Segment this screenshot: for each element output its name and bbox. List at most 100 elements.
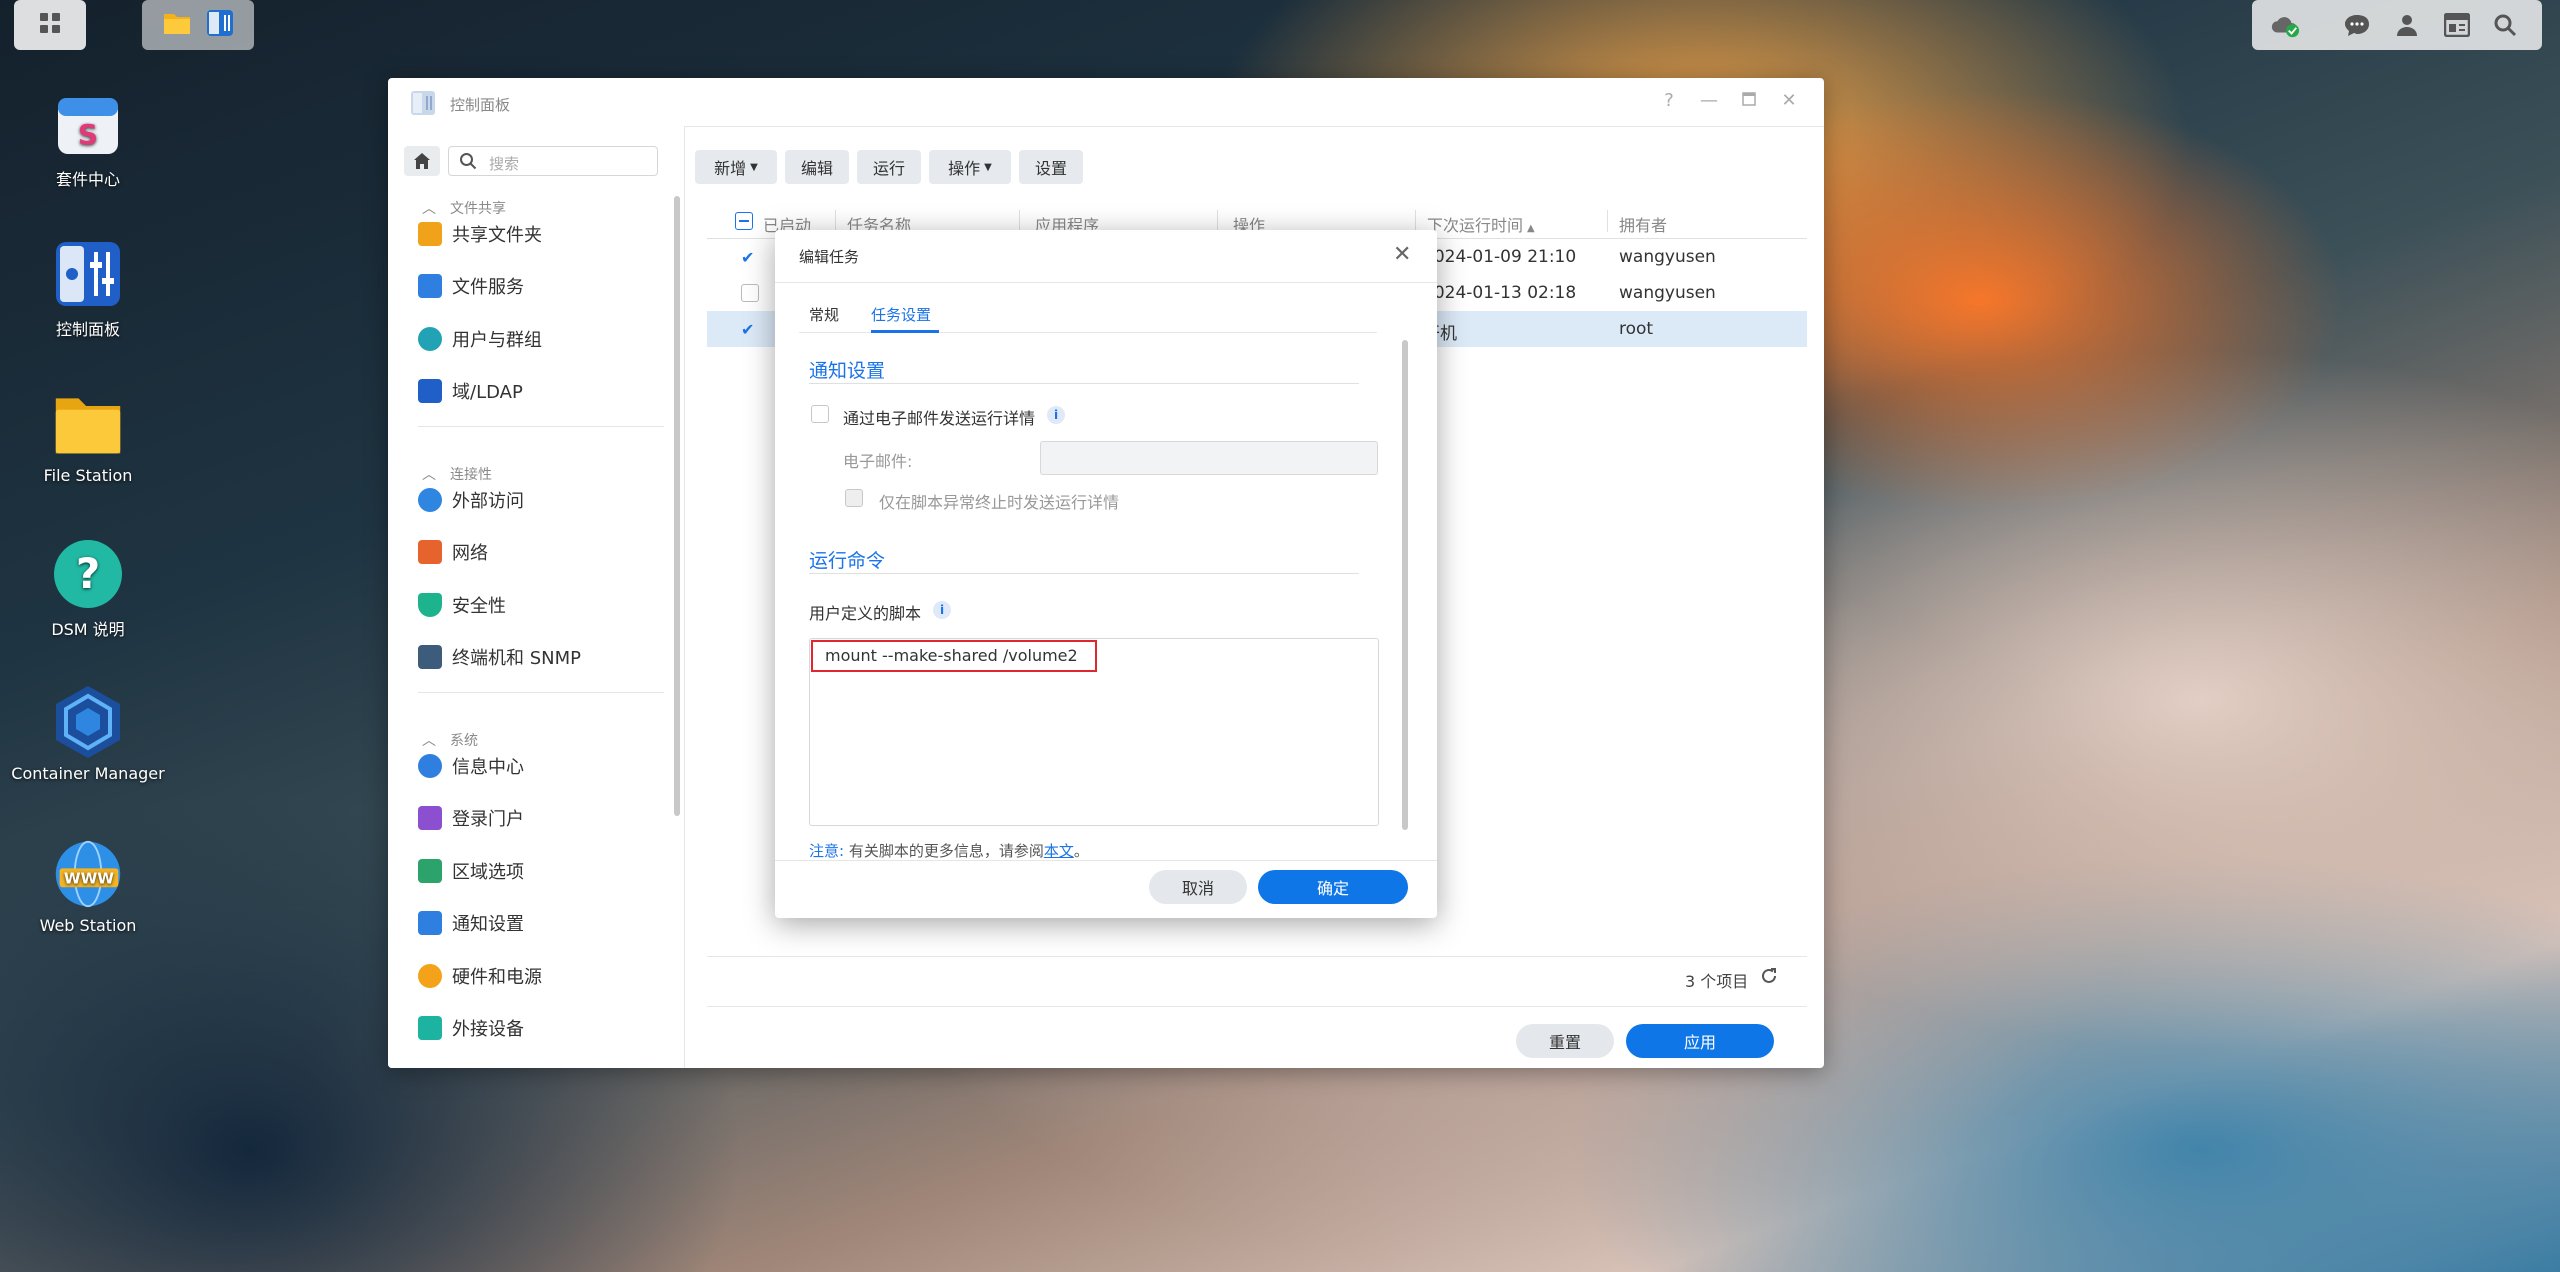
row-checkbox-checked[interactable]: ✔: [741, 248, 754, 267]
search-icon: [459, 152, 477, 174]
column-owner[interactable]: 拥有者: [1619, 212, 1667, 236]
regional-options-icon: [418, 859, 442, 883]
column-next-run[interactable]: 下次运行时间 ▲: [1427, 212, 1535, 236]
notification-icon: [418, 911, 442, 935]
desktop-icon-label: Web Station: [39, 916, 137, 935]
container-icon: [52, 686, 124, 758]
sidebar-item-network[interactable]: 网络: [418, 532, 488, 572]
action-button[interactable]: 操作 ▼: [929, 150, 1011, 184]
taskbar-apps: [142, 0, 254, 50]
refresh-icon[interactable]: [1759, 966, 1781, 988]
desktop-icon-control-panel[interactable]: 控制面板: [0, 238, 176, 340]
tab-general[interactable]: 常规: [809, 304, 839, 325]
sidebar-item-regional-options[interactable]: 区域选项: [418, 851, 524, 891]
user-icon[interactable]: [2392, 10, 2422, 40]
search-input[interactable]: 搜索: [448, 146, 658, 176]
row-checkbox-checked[interactable]: ✔: [741, 320, 754, 339]
control-panel-small-icon: [410, 90, 436, 120]
svg-text:?: ?: [76, 549, 100, 598]
desktop-icon-label: 套件中心: [55, 170, 120, 189]
home-icon: [414, 153, 430, 169]
widgets-icon[interactable]: [2442, 10, 2472, 40]
run-button[interactable]: 运行: [857, 150, 921, 184]
edit-button[interactable]: 编辑: [785, 150, 849, 184]
svg-text:WWW: WWW: [64, 869, 114, 887]
help-icon: ?: [52, 538, 124, 610]
column-separator: [1217, 210, 1218, 232]
desktop-icon-label: Container Manager: [11, 764, 165, 783]
create-button[interactable]: 新增 ▼: [695, 150, 777, 184]
desktop-icon-web-station[interactable]: WWW Web Station: [0, 838, 176, 935]
owner-cell: wangyusen: [1619, 247, 1716, 267]
sort-asc-icon: ▲: [1527, 223, 1535, 234]
desktop-icon-label: DSM 说明: [51, 620, 125, 639]
folder-icon: [52, 388, 124, 460]
info-icon[interactable]: i: [1047, 406, 1065, 424]
email-checkbox[interactable]: [811, 405, 829, 423]
sidebar-item-login-portal[interactable]: 登录门户: [418, 798, 524, 838]
tab-task-settings[interactable]: 任务设置: [871, 304, 931, 325]
select-all-checkbox[interactable]: [735, 212, 753, 230]
section-divider: [809, 383, 1359, 384]
close-icon[interactable]: ✕: [1393, 242, 1411, 267]
row-checkbox-unchecked[interactable]: [741, 284, 759, 302]
desktop-icon-file-station[interactable]: File Station: [0, 388, 176, 485]
grid-icon: [38, 11, 62, 39]
sidebar-item-terminal-snmp[interactable]: 终端机和 SNMP: [418, 637, 581, 677]
maximize-button[interactable]: [1738, 90, 1760, 112]
sidebar-item-external-access[interactable]: 外部访问: [418, 480, 524, 520]
script-text: mount --make-shared /volume2: [825, 646, 1078, 665]
control-panel-icon: [52, 238, 124, 310]
sidebar-item-domain-ldap[interactable]: 域/LDAP: [418, 371, 523, 411]
network-icon: [418, 540, 442, 564]
apply-button[interactable]: 应用: [1626, 1024, 1774, 1058]
reset-button[interactable]: 重置: [1516, 1024, 1614, 1058]
login-portal-icon: [418, 806, 442, 830]
section-divider: [809, 573, 1359, 574]
sidebar-item-shared-folder[interactable]: 共享文件夹: [418, 214, 542, 254]
grid-footer-divider: [707, 956, 1807, 957]
help-button[interactable]: ?: [1658, 90, 1680, 112]
sidebar-item-notification[interactable]: 通知设置: [418, 903, 524, 943]
doc-link[interactable]: 本文: [1044, 842, 1074, 860]
column-separator: [1019, 210, 1020, 232]
main-menu-button[interactable]: [14, 0, 86, 50]
sidebar-item-file-services[interactable]: 文件服务: [418, 266, 524, 306]
taskbar-tray: [2252, 0, 2542, 50]
search-icon[interactable]: [2490, 10, 2520, 40]
desktop-icon-package-center[interactable]: S 套件中心: [0, 88, 176, 190]
chat-icon[interactable]: [2342, 10, 2372, 40]
sidebar-item-hardware-power[interactable]: 硬件和电源: [418, 956, 542, 996]
email-option-label: 通过电子邮件发送运行详情: [843, 409, 1036, 428]
sidebar-scrollbar[interactable]: [674, 196, 680, 816]
close-button[interactable]: ✕: [1778, 90, 1800, 112]
www-icon: WWW: [52, 838, 124, 910]
minimize-button[interactable]: —: [1698, 90, 1720, 112]
sidebar-item-user-group[interactable]: 用户与群组: [418, 319, 542, 359]
control-panel-taskbar-icon[interactable]: [206, 9, 234, 41]
dialog-scrollbar[interactable]: [1402, 340, 1408, 830]
sidebar-item-security[interactable]: 安全性: [418, 585, 506, 625]
sidebar-item-external-devices[interactable]: 外接设备: [418, 1008, 524, 1048]
run-command-section-title: 运行命令: [809, 550, 886, 572]
home-button[interactable]: [404, 146, 440, 176]
info-icon[interactable]: i: [933, 601, 951, 619]
taskbar: [0, 0, 2560, 50]
sidebar-divider: [418, 426, 664, 427]
owner-cell: root: [1619, 319, 1654, 339]
user-group-icon: [418, 327, 442, 351]
dialog-header-divider: [775, 282, 1437, 283]
column-separator: [835, 210, 836, 232]
desktop-icon-container-manager[interactable]: Container Manager: [0, 686, 176, 783]
cloud-sync-icon[interactable]: [2270, 10, 2300, 40]
svg-text:S: S: [78, 118, 98, 151]
desktop-icon-dsm-help[interactable]: ? DSM 说明: [0, 538, 176, 640]
settings-button[interactable]: 设置: [1019, 150, 1083, 184]
window-titlebar[interactable]: 控制面板 ? — ✕: [388, 78, 1824, 127]
ok-button[interactable]: 确定: [1258, 870, 1408, 904]
cancel-button[interactable]: 取消: [1149, 870, 1247, 904]
sidebar-item-info-center[interactable]: 信息中心: [418, 746, 524, 786]
file-station-taskbar-icon[interactable]: [162, 10, 192, 40]
email-field[interactable]: [1040, 441, 1378, 475]
abnormal-only-checkbox[interactable]: [845, 489, 863, 507]
